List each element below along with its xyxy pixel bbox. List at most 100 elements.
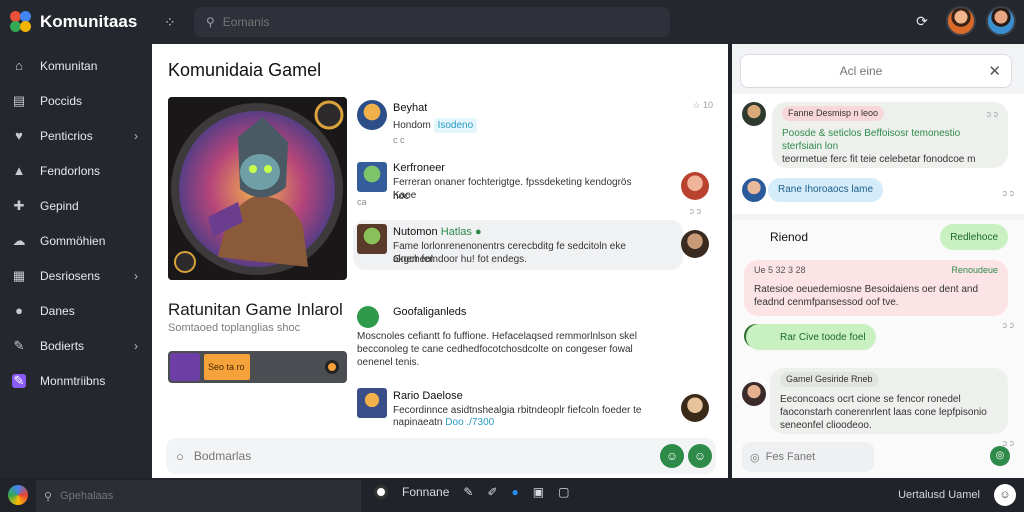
- taskbar-search-input[interactable]: [60, 490, 321, 502]
- post-text-2: napinaeatn: [393, 417, 443, 428]
- post-time: ☆ 10: [692, 100, 713, 110]
- chat-compose[interactable]: ◎: [742, 442, 874, 472]
- search-input[interactable]: [222, 15, 623, 29]
- grid-icon: ▦: [12, 267, 26, 283]
- game-title: Ratunitan Game Inlarol: [168, 300, 343, 319]
- sidebar-item-8[interactable]: ✎ Bodierts ›: [0, 328, 152, 363]
- sidebar-item-label: Bodierts: [40, 338, 85, 353]
- message-time: ɔ ɔ: [1002, 320, 1014, 330]
- cloud-icon[interactable]: ●: [512, 485, 519, 499]
- message-text: Ratesioe oeuedemiosne Besoidaiens oer de…: [754, 284, 979, 295]
- attach-icon: ◎: [750, 451, 760, 464]
- refresh-icon[interactable]: ⟳: [908, 7, 936, 35]
- post-author: Beyhat: [393, 102, 428, 114]
- close-icon[interactable]: ✕: [988, 62, 1001, 80]
- post-subline: Hondom Isodeno: [393, 118, 478, 133]
- avatar: [357, 224, 387, 254]
- video-icon[interactable]: ▢: [558, 485, 569, 499]
- taskbar-search[interactable]: ⚲: [36, 480, 361, 512]
- post-author: Rario Daelose: [393, 390, 463, 402]
- compose-bar[interactable]: ○ ☺ ☺: [166, 438, 716, 474]
- list-item[interactable]: Beyhat Hondom Isodeno c c ☆ 10: [357, 100, 717, 150]
- list-icon: ▤: [12, 92, 26, 108]
- avatar[interactable]: [946, 6, 976, 36]
- message-badge: Renoudeue: [951, 265, 998, 275]
- tools-icon: ✎: [13, 337, 25, 353]
- sidebar-item-label: Monmtriibns: [40, 373, 106, 388]
- sidebar-item-1[interactable]: ▤ Poccids: [0, 83, 152, 118]
- files-icon[interactable]: ✎: [463, 485, 473, 499]
- chat-input[interactable]: [765, 451, 866, 463]
- sidebar-item-5[interactable]: ☁ Gommöhien: [0, 223, 152, 258]
- post-text-2: becconoleg te cane cedhedfocotchosdcolte…: [357, 344, 633, 355]
- chevron-right-icon: ›: [134, 268, 138, 283]
- list-item[interactable]: Kerfroneer Ferreran onaner fochterigtge.…: [357, 162, 717, 216]
- list-item[interactable]: Goofaliganleds Moscnoles cefiantt fo fuf…: [357, 300, 717, 370]
- sidebar-item-7[interactable]: ● Danes: [0, 293, 152, 328]
- right-search-input[interactable]: [741, 55, 981, 87]
- post-sub: Hondom: [393, 120, 431, 131]
- game-subtitle: Somtaoed toplanglias shoc: [168, 322, 301, 334]
- avatar: [742, 382, 766, 406]
- sidebar-item-label: Gommöhien: [40, 233, 106, 248]
- message-sender: Gamel Gesiride Rneb: [780, 372, 879, 387]
- post-text-2: hoc: [393, 191, 410, 202]
- post-tag[interactable]: Isodeno: [433, 118, 478, 133]
- tool-icon[interactable]: ✐: [487, 485, 497, 499]
- post-text: Moscnoles cefiantt fo fuffione. Hefacela…: [357, 331, 637, 342]
- sidebar-item-9[interactable]: ✎ Monmtriibns: [0, 363, 152, 398]
- post-author: Nutomon: [393, 226, 438, 238]
- game-character-illustration: [168, 97, 347, 280]
- chevron-right-icon: ›: [134, 338, 138, 353]
- sidebar-item-4[interactable]: ✚ Gepind: [0, 188, 152, 223]
- post-tag[interactable]: Doo ./7300: [445, 417, 494, 428]
- brand[interactable]: Komunitaas: [0, 11, 160, 33]
- image-icon[interactable]: ▣: [533, 485, 544, 499]
- sidebar-item-label: Fendorlons: [40, 163, 101, 178]
- app-logo-icon: [10, 11, 32, 33]
- sidebar-item-3[interactable]: ▲ Fendorlons: [0, 153, 152, 188]
- message-sender: Ue 5 32 3 28: [754, 265, 806, 275]
- message-text-2: faoconstarh conerenrlent laas cone lepfp…: [780, 407, 987, 418]
- game-thumbnail: [170, 353, 200, 381]
- message-chip[interactable]: Rane Ihoroaocs lame: [768, 178, 884, 202]
- page-title: Komunidaia Gamel: [168, 60, 322, 80]
- post-text-2: Gnerr femdoor hu! fot endegs.: [393, 254, 527, 265]
- compose-input[interactable]: [193, 449, 634, 463]
- avatar-secondary[interactable]: [986, 6, 1016, 36]
- sidebar-item-2[interactable]: ♥ Penticrios ›: [0, 118, 152, 153]
- taskbar-app-label[interactable]: Fonnane: [402, 485, 449, 499]
- message-time: ɔ ɔ: [986, 109, 998, 119]
- search-icon: ⚲: [44, 490, 53, 503]
- post-subline: napinaeatn Doo ./7300: [393, 416, 494, 429]
- send-button[interactable]: ☺: [688, 444, 712, 468]
- right-search[interactable]: ✕: [740, 54, 1012, 88]
- emoji-button[interactable]: ☺: [660, 444, 684, 468]
- message-chip[interactable]: Rar Cive toode foel: [746, 324, 876, 350]
- top-search[interactable]: ⚲: [194, 7, 670, 37]
- list-item[interactable]: Nutomon Hatlas ● Fame lorlonrenenonentrs…: [357, 224, 717, 274]
- list-item[interactable]: Rario Daelose Fecordinnce asidtnshealgia…: [357, 388, 717, 438]
- post-author: Goofaliganleds: [393, 306, 467, 318]
- start-icon[interactable]: [8, 485, 28, 505]
- message-bubble[interactable]: Fanne Desmisp n leoo Poosde & seticlos B…: [772, 102, 1008, 168]
- message-bubble[interactable]: Gamel Gesiride Rneb Eeconcoacs ocrt cion…: [770, 368, 1008, 434]
- apps-grid-icon[interactable]: ⁘: [164, 14, 190, 31]
- sidebar-item-0[interactable]: ⌂ Komunitan: [0, 48, 152, 83]
- main-content: Komunidaia Gamel Ratunitan Game Inlarol …: [152, 44, 728, 478]
- avatar: [681, 230, 709, 258]
- chat-section-title: Rienod: [770, 230, 809, 244]
- chat-icon[interactable]: ☺: [994, 484, 1016, 506]
- chevron-right-icon: ›: [134, 128, 138, 143]
- game-progress-bar[interactable]: Seo ta ro: [168, 351, 347, 383]
- avatar: [681, 172, 709, 200]
- message-text: Poosde & seticlos Beffoisosr temonestio …: [782, 128, 961, 152]
- send-icon[interactable]: ◎: [990, 446, 1010, 466]
- message-chip[interactable]: Redlehoce: [940, 224, 1008, 250]
- game-cover-image[interactable]: [168, 97, 347, 280]
- browser-icon[interactable]: [374, 485, 388, 499]
- message-bubble[interactable]: Ue 5 32 3 28 Renoudeue Ratesioe oeuedemi…: [744, 260, 1008, 316]
- home-icon: ⌂: [15, 57, 23, 73]
- sidebar-item-6[interactable]: ▦ Desriosens ›: [0, 258, 152, 293]
- message-text-2: feadnd cenmfpansessod oof tve.: [754, 297, 899, 308]
